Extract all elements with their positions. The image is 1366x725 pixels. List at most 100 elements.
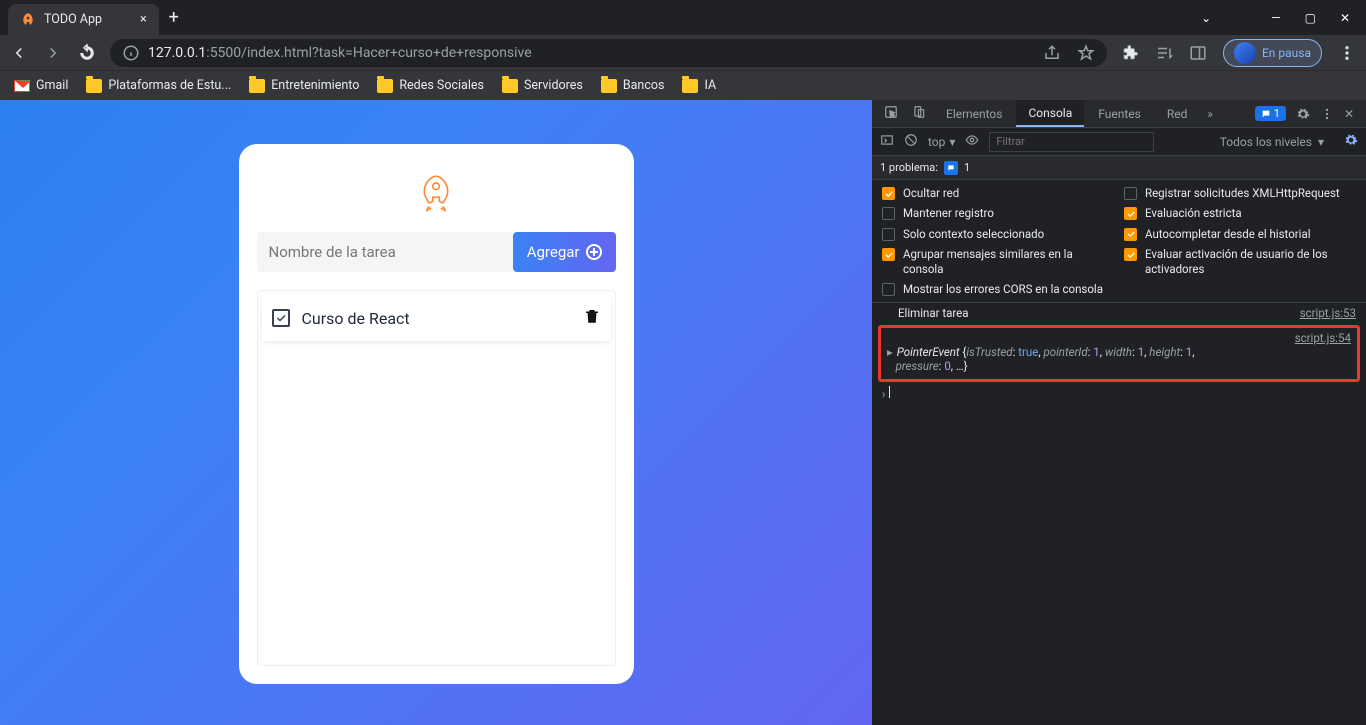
problems-bar[interactable]: 1 problema: 1 (872, 156, 1366, 180)
checkbox-icon (882, 187, 895, 200)
pause-label: En pausa (1262, 46, 1311, 60)
bookmark-label: IA (704, 78, 716, 93)
inspect-icon[interactable] (878, 105, 904, 122)
log-levels-select[interactable]: Todos los niveles ▾ (1220, 135, 1324, 149)
console-check[interactable]: Registrar solicitudes XMLHttpRequest (1124, 186, 1356, 200)
share-icon[interactable] (1043, 44, 1061, 62)
tab-console[interactable]: Consola (1016, 100, 1084, 127)
gear-icon[interactable] (1296, 107, 1310, 121)
context-select[interactable]: top ▾ (928, 135, 955, 149)
media-icon[interactable] (1155, 44, 1173, 62)
check-label: Mostrar los errores CORS en la consola (903, 282, 1103, 296)
check-label: Agrupar mensajes similares en la consola (903, 247, 1114, 276)
console-sidebar-icon[interactable] (880, 133, 894, 150)
back-icon[interactable] (10, 44, 28, 62)
console-check[interactable]: Ocultar red (882, 186, 1114, 200)
titlebar: TODO App × + ⌄ — ▢ ✕ (0, 0, 1366, 35)
bookmark-item[interactable]: IA (682, 78, 716, 93)
console-check[interactable]: Mostrar los errores CORS en la consola (882, 282, 1356, 296)
bookmark-label: Gmail (36, 78, 68, 93)
tab-elements[interactable]: Elementos (934, 100, 1014, 127)
bookmark-item[interactable]: Plataformas de Estu... (86, 78, 231, 93)
bookmark-item[interactable]: Bancos (601, 78, 665, 93)
live-expr-icon[interactable] (965, 133, 979, 150)
console-check[interactable]: Autocompletar desde el historial (1124, 227, 1356, 241)
task-checkbox[interactable] (272, 309, 290, 327)
tab-sources[interactable]: Fuentes (1086, 100, 1153, 127)
folder-icon (601, 79, 617, 93)
delete-task-button[interactable] (583, 307, 601, 329)
url-bar[interactable]: 127.0.0.1:5500/index.html?task=Hacer+cur… (110, 39, 1107, 67)
console-prompt[interactable]: › (872, 384, 1366, 403)
browser-tab[interactable]: TODO App × (8, 4, 159, 35)
plus-icon (586, 244, 602, 260)
tab-title: TODO App (44, 12, 102, 27)
console-log-line: Eliminar tarea script.js:53 (872, 303, 1366, 323)
filter-input[interactable] (989, 132, 1154, 152)
highlighted-log: script.js:54 ▸PointerEvent {isTrusted: t… (878, 325, 1360, 382)
extensions-icon[interactable] (1121, 44, 1139, 62)
console-toolbar: top ▾ Todos los niveles ▾ (872, 128, 1366, 156)
bookmark-item[interactable]: Entretenimiento (249, 78, 359, 93)
device-icon[interactable] (906, 105, 932, 122)
add-task-button[interactable]: Agregar (513, 232, 616, 272)
console-check[interactable]: Mantener registro (882, 206, 1114, 220)
console-gear-icon[interactable] (1344, 133, 1358, 150)
star-icon[interactable] (1077, 44, 1095, 62)
window-close-button[interactable]: ✕ (1340, 11, 1350, 25)
source-link[interactable]: script.js:53 (1300, 306, 1356, 320)
object-log[interactable]: ▸PointerEvent {isTrusted: true, pointerI… (887, 345, 1351, 373)
task-item: Curso de React (262, 295, 611, 341)
bookmark-item[interactable]: Servidores (502, 78, 583, 93)
close-tab-icon[interactable]: × (140, 12, 147, 27)
check-label: Evaluar activación de usuario de los act… (1145, 247, 1356, 276)
messages-badge[interactable]: 1 (1255, 106, 1286, 121)
check-label: Registrar solicitudes XMLHttpRequest (1145, 186, 1340, 200)
profile-pill[interactable]: En pausa (1223, 39, 1322, 67)
more-tabs-icon[interactable]: » (1201, 107, 1219, 121)
check-label: Autocompletar desde el historial (1145, 227, 1311, 241)
kebab-icon[interactable] (1320, 107, 1334, 121)
console-check[interactable]: Evaluar activación de usuario de los act… (1124, 247, 1356, 276)
task-input[interactable] (257, 232, 513, 272)
console-check[interactable]: Agrupar mensajes similares en la consola (882, 247, 1114, 276)
sidepanel-icon[interactable] (1189, 44, 1207, 62)
check-label: Solo contexto seleccionado (903, 227, 1044, 241)
check-label: Evaluación estricta (1145, 206, 1242, 220)
menu-icon[interactable] (1338, 44, 1356, 62)
bookmark-label: Redes Sociales (399, 78, 484, 93)
folder-icon (682, 79, 698, 93)
checkbox-icon (1124, 187, 1137, 200)
new-tab-button[interactable]: + (169, 0, 179, 35)
tab-network[interactable]: Red (1155, 100, 1200, 127)
bookmark-item[interactable]: Gmail (14, 78, 68, 93)
tab-search-icon[interactable]: ⌄ (1201, 11, 1211, 25)
add-label: Agregar (527, 243, 580, 261)
folder-icon (249, 79, 265, 93)
task-list[interactable]: Curso de React (257, 290, 616, 666)
devtools-panel: Elementos Consola Fuentes Red » 1 ✕ top … (872, 100, 1366, 725)
checkbox-icon (1124, 248, 1137, 261)
bookmark-item[interactable]: Redes Sociales (377, 78, 484, 93)
checkbox-icon (882, 228, 895, 241)
checkbox-icon (1124, 228, 1137, 241)
console-check[interactable]: Evaluación estricta (1124, 206, 1356, 220)
check-label: Mantener registro (903, 206, 994, 220)
folder-icon (502, 79, 518, 93)
checkbox-icon (1124, 207, 1137, 220)
task-text: Curso de React (302, 309, 410, 328)
reload-icon[interactable] (78, 44, 96, 62)
info-icon[interactable] (122, 44, 140, 62)
check-label: Ocultar red (903, 186, 959, 200)
console-check[interactable]: Solo contexto seleccionado (882, 227, 1114, 241)
minimize-button[interactable]: — (1271, 11, 1280, 25)
checkbox-icon (882, 283, 895, 296)
console-output[interactable]: Eliminar tarea script.js:53 script.js:54… (872, 303, 1366, 725)
bookmark-label: Plataformas de Estu... (108, 78, 231, 93)
forward-icon[interactable] (44, 44, 62, 62)
maximize-button[interactable]: ▢ (1305, 11, 1316, 25)
page-content: Agregar Curso de React (0, 100, 872, 725)
clear-console-icon[interactable] (904, 133, 918, 150)
devtools-close-icon[interactable]: ✕ (1344, 107, 1354, 121)
source-link[interactable]: script.js:54 (1295, 331, 1351, 345)
